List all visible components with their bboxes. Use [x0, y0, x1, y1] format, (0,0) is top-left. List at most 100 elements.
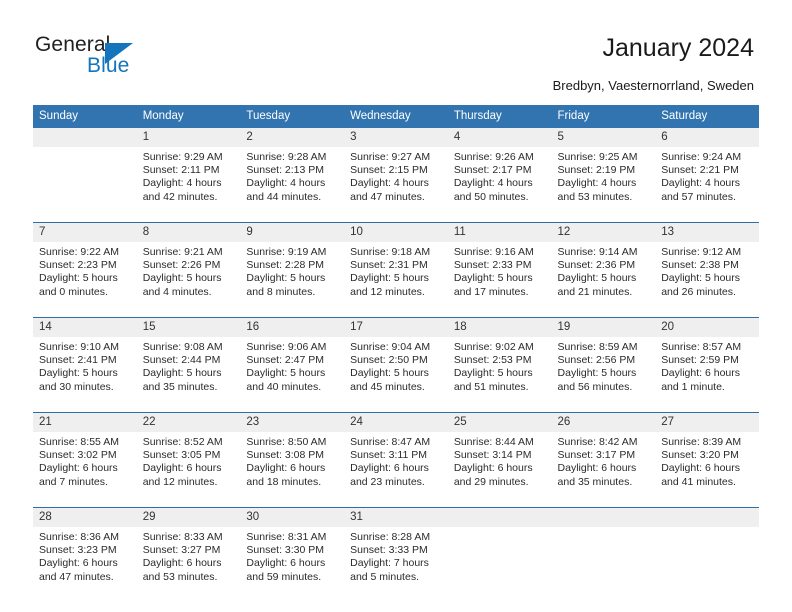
day-cell[interactable]: Sunrise: 9:29 AM Sunset: 2:11 PM Dayligh…	[136, 147, 241, 213]
weekday-header-wednesday: Wednesday	[344, 105, 448, 128]
day-number: 27	[655, 413, 759, 432]
day-cell[interactable]: Sunrise: 8:55 AM Sunset: 3:02 PM Dayligh…	[33, 432, 137, 498]
daylight-text-line2: and 35 minutes.	[142, 380, 218, 393]
sunset-text: Sunset: 2:28 PM	[246, 259, 325, 272]
daylight-text-line1: Daylight: 4 hours	[142, 177, 222, 190]
sunrise-text: Sunrise: 8:59 AM	[557, 341, 638, 353]
day-cell[interactable]: Sunrise: 9:12 AM Sunset: 2:38 PM Dayligh…	[655, 242, 759, 308]
day-cell[interactable]: Sunrise: 8:52 AM Sunset: 3:05 PM Dayligh…	[136, 432, 241, 498]
day-cell[interactable]: Sunrise: 8:47 AM Sunset: 3:11 PM Dayligh…	[344, 432, 448, 498]
daylight-text-line1: Daylight: 5 hours	[246, 272, 326, 285]
daylight-text-line1: Daylight: 6 hours	[453, 462, 533, 475]
day-number: 14	[33, 318, 137, 337]
daylight-text-line1: Daylight: 4 hours	[246, 177, 326, 190]
day-cell[interactable]: Sunrise: 9:26 AM Sunset: 2:17 PM Dayligh…	[447, 147, 552, 213]
sunset-text: Sunset: 2:47 PM	[246, 354, 325, 367]
day-number: 24	[344, 413, 448, 432]
day-cell[interactable]: Sunrise: 8:31 AM Sunset: 3:30 PM Dayligh…	[240, 527, 345, 593]
day-cell[interactable]: Sunrise: 9:06 AM Sunset: 2:47 PM Dayligh…	[240, 337, 345, 403]
day-number: 21	[33, 413, 137, 432]
sunrise-text: Sunrise: 9:06 AM	[246, 341, 327, 353]
day-cell[interactable]: Sunrise: 9:25 AM Sunset: 2:19 PM Dayligh…	[551, 147, 656, 213]
day-cell[interactable]: Sunrise: 9:10 AM Sunset: 2:41 PM Dayligh…	[33, 337, 137, 403]
day-cell[interactable]: Sunrise: 9:22 AM Sunset: 2:23 PM Dayligh…	[33, 242, 137, 308]
daylight-text-line2: and 1 minute.	[661, 380, 725, 393]
daylight-text-line2: and 41 minutes.	[661, 475, 736, 488]
daylight-text-line1: Daylight: 5 hours	[350, 367, 429, 380]
week-5-day-details: Sunrise: 8:36 AM Sunset: 3:23 PM Dayligh…	[33, 527, 759, 593]
sunrise-text: Sunrise: 8:28 AM	[350, 531, 431, 543]
weekday-header-thursday: Thursday	[447, 105, 552, 128]
general-blue-logo: General Blue	[35, 33, 235, 85]
day-cell[interactable]: Sunrise: 9:04 AM Sunset: 2:50 PM Dayligh…	[344, 337, 448, 403]
weekday-header-row: Sunday Monday Tuesday Wednesday Thursday…	[33, 105, 759, 128]
sunset-text: Sunset: 3:33 PM	[350, 544, 428, 557]
weekday-header-saturday: Saturday	[655, 105, 759, 128]
daylight-text-line2: and 17 minutes.	[453, 285, 529, 298]
day-number: 2	[240, 128, 345, 147]
daylight-text-line2: and 53 minutes.	[557, 190, 633, 203]
day-cell[interactable]	[551, 527, 656, 593]
week-1-day-details: Sunrise: 9:29 AM Sunset: 2:11 PM Dayligh…	[33, 147, 759, 213]
day-cell[interactable]: Sunrise: 8:28 AM Sunset: 3:33 PM Dayligh…	[344, 527, 448, 593]
day-cell[interactable]: Sunrise: 9:28 AM Sunset: 2:13 PM Dayligh…	[240, 147, 345, 213]
daylight-text-line1: Daylight: 6 hours	[39, 557, 118, 570]
daylight-text-line2: and 45 minutes.	[350, 380, 425, 393]
daylight-text-line2: and 57 minutes.	[661, 190, 736, 203]
daylight-text-line2: and 56 minutes.	[557, 380, 633, 393]
day-cell[interactable]: Sunrise: 9:19 AM Sunset: 2:28 PM Dayligh…	[240, 242, 345, 308]
day-number: 15	[136, 318, 241, 337]
week-2-day-details: Sunrise: 9:22 AM Sunset: 2:23 PM Dayligh…	[33, 242, 759, 308]
day-cell[interactable]: Sunrise: 9:27 AM Sunset: 2:15 PM Dayligh…	[344, 147, 448, 213]
day-cell[interactable]: Sunrise: 9:14 AM Sunset: 2:36 PM Dayligh…	[551, 242, 656, 308]
day-cell[interactable]: Sunrise: 8:39 AM Sunset: 3:20 PM Dayligh…	[655, 432, 759, 498]
sunrise-text: Sunrise: 8:44 AM	[453, 436, 534, 448]
day-cell[interactable]	[33, 147, 137, 213]
day-cell[interactable]: Sunrise: 8:33 AM Sunset: 3:27 PM Dayligh…	[136, 527, 241, 593]
sunrise-text: Sunrise: 8:42 AM	[557, 436, 638, 448]
week-2-day-numbers: 7 8 9 10 11 12 13	[33, 223, 759, 242]
daylight-text-line2: and 53 minutes.	[142, 570, 218, 583]
day-cell[interactable]: Sunrise: 8:36 AM Sunset: 3:23 PM Dayligh…	[33, 527, 137, 593]
daylight-text-line2: and 21 minutes.	[557, 285, 633, 298]
logo-text-blue: Blue	[87, 54, 130, 77]
sunrise-text: Sunrise: 9:04 AM	[350, 341, 431, 353]
day-cell[interactable]: Sunrise: 9:08 AM Sunset: 2:44 PM Dayligh…	[136, 337, 241, 403]
day-number: 23	[240, 413, 345, 432]
day-cell[interactable]: Sunrise: 9:18 AM Sunset: 2:31 PM Dayligh…	[344, 242, 448, 308]
sunrise-text: Sunrise: 9:21 AM	[142, 246, 223, 258]
daylight-text-line2: and 12 minutes.	[350, 285, 425, 298]
day-number: 10	[344, 223, 448, 242]
day-cell[interactable]: Sunrise: 9:24 AM Sunset: 2:21 PM Dayligh…	[655, 147, 759, 213]
daylight-text-line2: and 35 minutes.	[557, 475, 633, 488]
calendar-body: 1 2 3 4 5 6 Sunrise: 9:29 AM Sunset: 2:1…	[33, 128, 759, 593]
daylight-text-line2: and 50 minutes.	[453, 190, 529, 203]
day-cell[interactable]: Sunrise: 8:59 AM Sunset: 2:56 PM Dayligh…	[551, 337, 656, 403]
sunrise-text: Sunrise: 8:33 AM	[142, 531, 223, 543]
daylight-text-line1: Daylight: 6 hours	[557, 462, 637, 475]
daylight-text-line1: Daylight: 5 hours	[246, 367, 326, 380]
day-number: 13	[655, 223, 759, 242]
day-cell[interactable]: Sunrise: 8:42 AM Sunset: 3:17 PM Dayligh…	[551, 432, 656, 498]
daylight-text-line2: and 44 minutes.	[246, 190, 322, 203]
day-number: 17	[344, 318, 448, 337]
day-number: 9	[240, 223, 345, 242]
sunset-text: Sunset: 3:27 PM	[142, 544, 221, 557]
sunset-text: Sunset: 3:08 PM	[246, 449, 325, 462]
sunset-text: Sunset: 2:13 PM	[246, 164, 325, 177]
day-cell[interactable]: Sunrise: 8:44 AM Sunset: 3:14 PM Dayligh…	[447, 432, 552, 498]
day-cell[interactable]	[655, 527, 759, 593]
day-cell[interactable]	[447, 527, 552, 593]
daylight-text-line1: Daylight: 6 hours	[350, 462, 429, 475]
day-cell[interactable]: Sunrise: 9:21 AM Sunset: 2:26 PM Dayligh…	[136, 242, 241, 308]
sunrise-text: Sunrise: 8:55 AM	[39, 436, 119, 448]
daylight-text-line1: Daylight: 5 hours	[453, 272, 533, 285]
day-cell[interactable]: Sunrise: 8:50 AM Sunset: 3:08 PM Dayligh…	[240, 432, 345, 498]
day-cell[interactable]: Sunrise: 9:16 AM Sunset: 2:33 PM Dayligh…	[447, 242, 552, 308]
week-gap	[33, 213, 759, 222]
day-cell[interactable]: Sunrise: 8:57 AM Sunset: 2:59 PM Dayligh…	[655, 337, 759, 403]
day-number: 20	[655, 318, 759, 337]
day-cell[interactable]: Sunrise: 9:02 AM Sunset: 2:53 PM Dayligh…	[447, 337, 552, 403]
sunset-text: Sunset: 2:21 PM	[661, 164, 739, 177]
day-number	[551, 508, 656, 527]
